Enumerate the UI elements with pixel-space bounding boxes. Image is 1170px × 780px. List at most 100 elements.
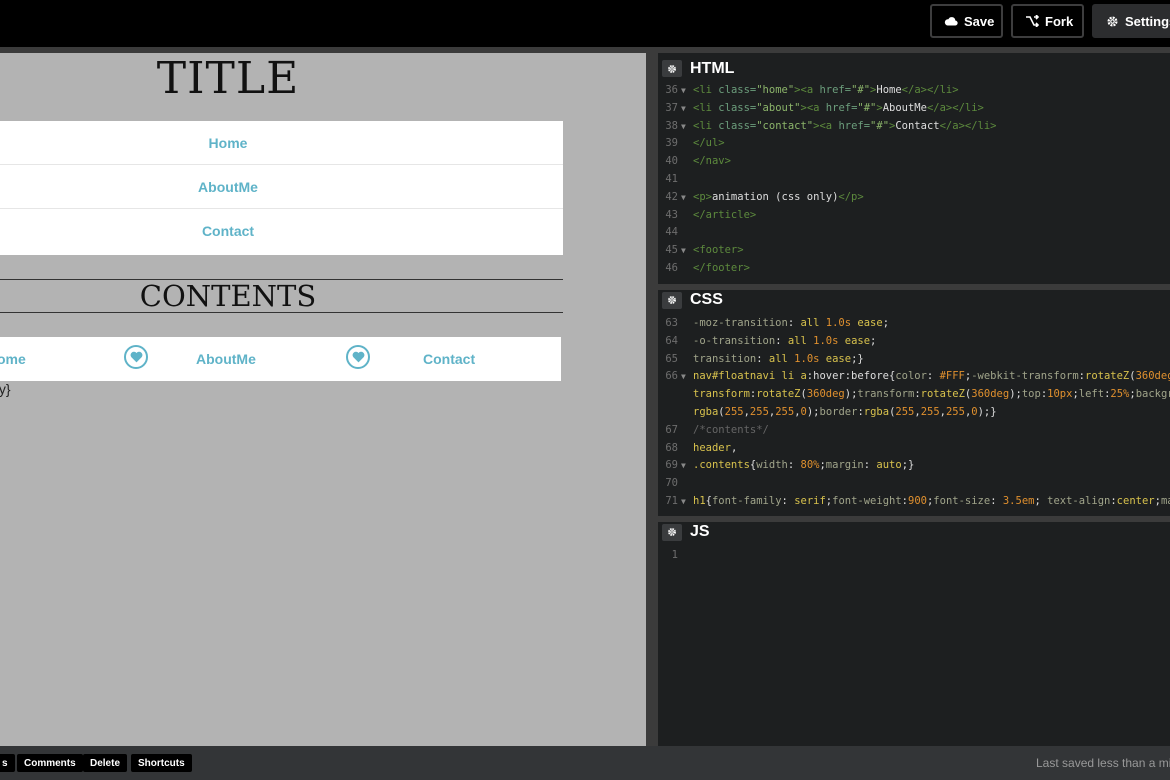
comments-button[interactable]: Comments (17, 754, 83, 772)
line-content: <li class="home"><a href="#">Home</a></l… (693, 82, 959, 100)
line-number: 38 (665, 119, 678, 132)
fold-arrow-icon[interactable]: ▼ (681, 242, 686, 260)
fold-arrow-icon[interactable]: ▼ (681, 457, 686, 475)
code-token: 3.5em (1002, 494, 1035, 507)
code-line[interactable]: 43 </article> (658, 207, 1170, 225)
heart-icon[interactable] (346, 345, 370, 369)
delete-button[interactable]: Delete (83, 754, 128, 772)
line-number: 36 (665, 84, 678, 96)
code-line[interactable]: rgba(255,255,255,0);border:rgba(255,255,… (658, 404, 1170, 422)
preview-menu-contact[interactable]: Contact (0, 209, 563, 253)
code-token: 900 (908, 494, 927, 507)
code-line[interactable]: 65 transition: all 1.0s ease;} (658, 351, 1170, 369)
code-token: "about" (756, 101, 801, 114)
fold-arrow-icon[interactable]: ▼ (681, 368, 686, 386)
code-token: nav#floatnavi li a (693, 370, 807, 383)
css-code-editor[interactable]: 63 -moz-transition: all 1.0s ease; 64 -o-tr… (658, 315, 1170, 511)
code-line[interactable]: 38 ▼ <li class="contact"><a href="#">Conta… (658, 118, 1170, 136)
code-line[interactable]: 66 ▼ nav#floatnavi li a:hover:before{color… (658, 368, 1170, 386)
html-panel-title: HTML (690, 59, 735, 77)
code-line[interactable]: 69 ▼ .contents{width: 80%;margin: auto;} (658, 457, 1170, 475)
line-content: -o-transition: all 1.0s ease; (693, 333, 876, 351)
result-preview: TITLE Home AboutMe Contact CONTENTS ome … (0, 53, 646, 746)
code-line[interactable]: 68 header, (658, 440, 1170, 458)
fold-arrow-icon[interactable]: ▼ (681, 118, 686, 136)
preview-menu: Home AboutMe Contact (0, 121, 563, 255)
preview-menu-home[interactable]: Home (0, 121, 563, 165)
code-token: ); (806, 405, 820, 418)
code-token: ;} (901, 459, 915, 472)
code-token: Home (876, 84, 902, 96)
code-line[interactable]: 41 (658, 171, 1170, 189)
code-token: all (768, 352, 795, 365)
html-settings-gear-icon[interactable] (662, 60, 682, 77)
code-token: 1.0s (825, 317, 858, 329)
code-token: center (1116, 494, 1155, 507)
fork-icon (1025, 15, 1039, 27)
code-token: #FFF (939, 370, 965, 383)
code-line[interactable]: 46 </footer> (658, 260, 1170, 278)
fold-arrow-icon[interactable]: ▼ (681, 189, 686, 207)
float-nav-home[interactable]: ome (0, 337, 26, 381)
line-number: 45 (665, 244, 678, 257)
code-token: "contact" (756, 119, 814, 132)
code-token: </nav> (693, 155, 731, 168)
code-token: -o-transition (693, 334, 776, 347)
line-number: 1 (671, 549, 678, 561)
float-nav-contact[interactable]: Contact (423, 337, 475, 381)
code-line[interactable]: 42 ▼ <p>animation (css only)</p> (658, 189, 1170, 207)
code-line[interactable]: 36 ▼ <li class="home"><a href="#">Home</a>… (658, 82, 1170, 100)
js-code-editor[interactable]: 1 (658, 547, 1170, 565)
code-token: href= (838, 119, 871, 132)
code-token: <li (693, 101, 719, 114)
code-line[interactable]: 1 (658, 547, 1170, 565)
save-button[interactable]: Save (930, 4, 1003, 38)
code-token: ease (825, 352, 852, 365)
code-token: 255 (749, 405, 769, 418)
code-line[interactable]: 45 ▼ <footer> (658, 242, 1170, 260)
code-line[interactable]: 37 ▼ <li class="about"><a href="#">AboutMe… (658, 100, 1170, 118)
line-content: </ul> (693, 135, 725, 153)
code-line[interactable]: 39 </ul> (658, 135, 1170, 153)
code-token: "home" (756, 84, 795, 96)
code-token: header (693, 441, 731, 454)
bottom-button-assets[interactable]: s (0, 754, 15, 772)
line-content: transition: all 1.0s ease;} (693, 351, 864, 369)
html-code-editor[interactable]: 36 ▼ <li class="home"><a href="#">Home</a>… (658, 82, 1170, 278)
code-token: rgba (693, 405, 719, 418)
fold-arrow-icon[interactable]: ▼ (681, 82, 686, 100)
line-content: transform:rotateZ(360deg);transform:rota… (693, 386, 1170, 404)
fold-arrow-icon[interactable]: ▼ (681, 493, 686, 511)
code-token: .contents (693, 459, 750, 472)
code-token: ><a (794, 84, 820, 96)
line-number: 44 (665, 226, 678, 239)
preview-menu-aboutme[interactable]: AboutMe (0, 165, 563, 209)
settings-button[interactable]: Settings (1092, 4, 1170, 38)
line-number: 63 (665, 317, 678, 329)
fold-arrow-icon[interactable]: ▼ (681, 100, 686, 118)
js-settings-gear-icon[interactable] (662, 523, 682, 541)
line-number: 71 (665, 494, 678, 507)
code-line[interactable]: transform:rotateZ(360deg);transform:rota… (658, 386, 1170, 404)
bottom-bar: s Comments Delete Shortcuts Last saved l… (0, 746, 1170, 780)
code-token: ;} (851, 352, 864, 365)
line-number: 42 (665, 190, 678, 203)
heart-icon[interactable] (124, 345, 148, 369)
code-line[interactable]: 63 -moz-transition: all 1.0s ease; (658, 315, 1170, 333)
code-token: 1.0s (794, 352, 826, 365)
css-settings-gear-icon[interactable] (662, 291, 682, 309)
code-line[interactable]: 44 (658, 224, 1170, 242)
code-token: ; (1034, 494, 1048, 507)
code-token: <footer> (693, 244, 744, 257)
float-nav-aboutme[interactable]: AboutMe (196, 337, 256, 381)
code-line[interactable]: 67 /*contents*/ (658, 422, 1170, 440)
pane-resize-handle[interactable] (646, 53, 658, 746)
code-token: font-weight (832, 494, 902, 507)
line-content: header, (693, 440, 737, 458)
code-line[interactable]: 70 (658, 475, 1170, 493)
fork-button[interactable]: Fork (1011, 4, 1084, 38)
code-line[interactable]: 64 -o-transition: all 1.0s ease; (658, 333, 1170, 351)
shortcuts-button[interactable]: Shortcuts (131, 754, 192, 772)
code-line[interactable]: 40 </nav> (658, 153, 1170, 171)
code-line[interactable]: 71 ▼ h1{font-family: serif;font-weight:900… (658, 493, 1170, 511)
